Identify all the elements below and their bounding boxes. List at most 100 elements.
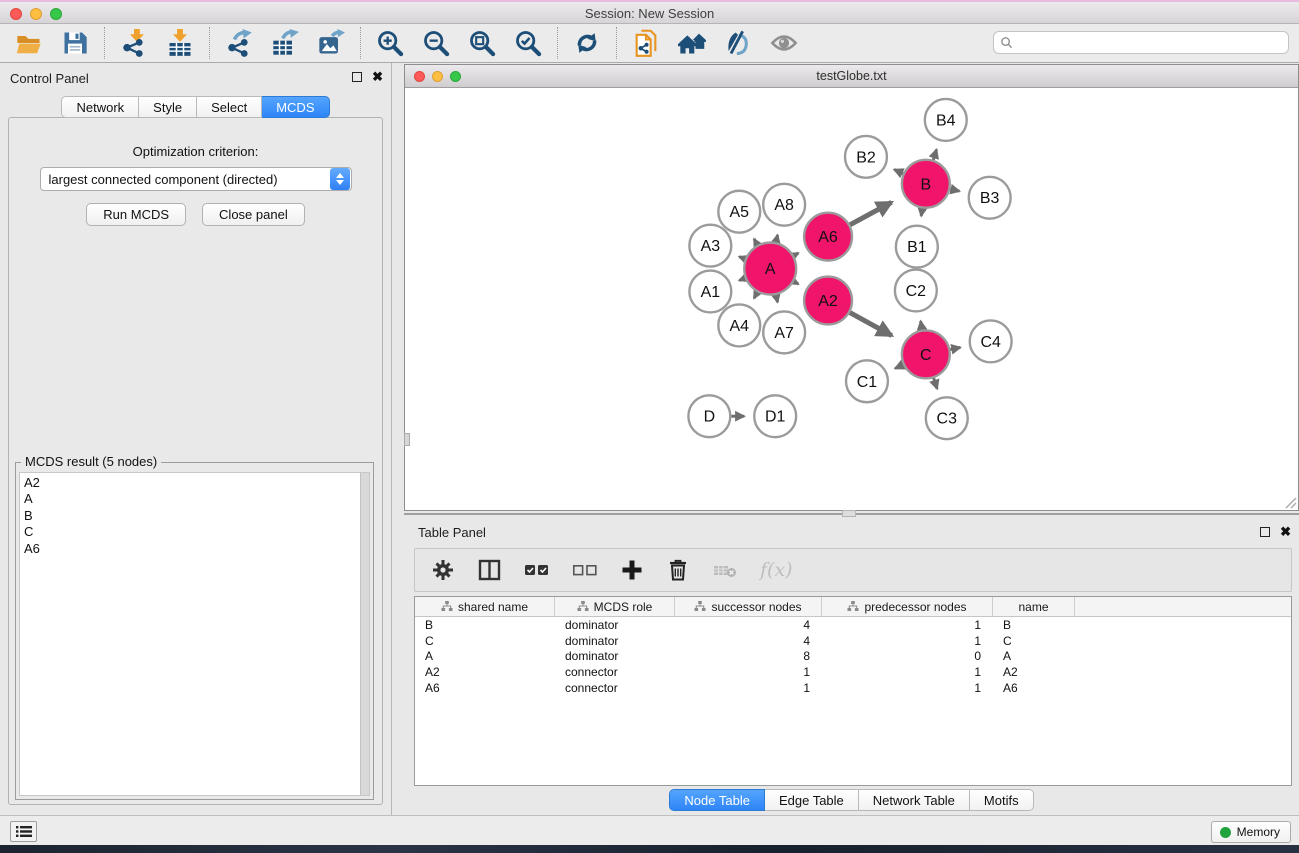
- resize-grip-icon[interactable]: [1283, 495, 1297, 509]
- column-header-successor-nodes[interactable]: successor nodes: [675, 597, 822, 616]
- graph-edge-A-A7[interactable]: [776, 295, 778, 302]
- tab-select[interactable]: Select: [197, 96, 262, 118]
- show-panels-button[interactable]: [10, 821, 37, 842]
- tab-motifs[interactable]: Motifs: [970, 789, 1034, 811]
- tab-network-table[interactable]: Network Table: [859, 789, 970, 811]
- splitter-handle[interactable]: [404, 433, 410, 446]
- table-cell[interactable]: C: [415, 634, 555, 648]
- result-list-scrollbar[interactable]: [360, 473, 369, 795]
- tab-mcds[interactable]: MCDS: [262, 96, 329, 118]
- graph-edge-A-A2[interactable]: [794, 282, 799, 285]
- table-cell[interactable]: B: [993, 618, 1075, 632]
- refresh-layout-icon[interactable]: [572, 28, 602, 58]
- column-header-name[interactable]: name: [993, 597, 1075, 616]
- delete-column-icon[interactable]: [666, 558, 690, 582]
- table-cell[interactable]: 1: [822, 634, 993, 648]
- table-settings-icon[interactable]: [431, 558, 455, 582]
- graph-node-A6[interactable]: A6: [804, 213, 852, 261]
- graph-node-A4[interactable]: A4: [718, 304, 760, 346]
- graph-node-B1[interactable]: B1: [896, 226, 938, 268]
- memory-button[interactable]: Memory: [1211, 821, 1291, 843]
- search-field[interactable]: [993, 31, 1289, 54]
- table-row[interactable]: Bdominator41B: [415, 617, 1291, 633]
- graph-node-B[interactable]: B: [902, 160, 950, 208]
- table-cell[interactable]: 1: [822, 681, 993, 695]
- graph-node-D[interactable]: D: [688, 395, 730, 437]
- graph-edge-A6-B[interactable]: [850, 202, 892, 225]
- close-panel-icon[interactable]: ✖: [1280, 527, 1291, 537]
- graph-node-A8[interactable]: A8: [763, 184, 805, 226]
- show-graphics-details-icon[interactable]: [723, 28, 753, 58]
- export-table-icon[interactable]: [270, 28, 300, 58]
- table-cell[interactable]: connector: [555, 665, 675, 679]
- graph-node-C4[interactable]: C4: [970, 320, 1012, 362]
- graph-node-B2[interactable]: B2: [845, 136, 887, 178]
- save-session-icon[interactable]: [60, 28, 90, 58]
- table-cell[interactable]: 1: [675, 681, 822, 695]
- graph-edge-B-B4[interactable]: [933, 149, 936, 160]
- column-header-shared-name[interactable]: shared name: [415, 597, 555, 616]
- table-cell[interactable]: 4: [675, 618, 822, 632]
- float-panel-icon[interactable]: [1260, 527, 1270, 537]
- table-cell[interactable]: A6: [415, 681, 555, 695]
- criterion-select[interactable]: largest connected component (directed): [40, 167, 352, 191]
- node-table[interactable]: shared name MCDS role successor nodes pr…: [414, 596, 1292, 786]
- graph-edge-A2-C[interactable]: [850, 313, 892, 336]
- table-cell[interactable]: A: [415, 649, 555, 663]
- graph-edge-A-A6[interactable]: [794, 253, 799, 256]
- hide-graphics-details-icon[interactable]: [769, 28, 799, 58]
- graph-node-C2[interactable]: C2: [895, 270, 937, 312]
- table-row[interactable]: Cdominator41C: [415, 633, 1291, 649]
- table-row[interactable]: Adominator80A: [415, 649, 1291, 665]
- graph-edge-C-C2[interactable]: [921, 321, 922, 330]
- graph-edge-C-C4[interactable]: [950, 347, 960, 349]
- close-panel-button[interactable]: Close panel: [202, 203, 305, 226]
- column-header-predecessor-nodes[interactable]: predecessor nodes: [822, 597, 993, 616]
- result-list-item[interactable]: A2: [24, 475, 369, 491]
- graph-node-B3[interactable]: B3: [969, 177, 1011, 219]
- graph-node-A1[interactable]: A1: [689, 271, 731, 313]
- table-row[interactable]: A6connector11A6: [415, 680, 1291, 696]
- table-cell[interactable]: A: [993, 649, 1075, 663]
- column-visibility-icon[interactable]: [477, 558, 502, 582]
- export-image-icon[interactable]: [316, 28, 346, 58]
- graph-edge-A-A3[interactable]: [739, 257, 745, 259]
- table-cell[interactable]: dominator: [555, 649, 675, 663]
- deselect-all-icon[interactable]: [572, 558, 598, 582]
- add-column-icon[interactable]: [620, 558, 644, 582]
- zoom-in-icon[interactable]: [375, 28, 405, 58]
- zoom-fit-icon[interactable]: [467, 28, 497, 58]
- graph-edge-A-A5[interactable]: [754, 239, 757, 245]
- graph-node-C1[interactable]: C1: [846, 360, 888, 402]
- float-panel-icon[interactable]: [352, 72, 362, 82]
- clone-network-icon[interactable]: [631, 28, 661, 58]
- graph-node-A2[interactable]: A2: [804, 277, 852, 325]
- table-cell[interactable]: dominator: [555, 634, 675, 648]
- home-icon[interactable]: [677, 28, 707, 58]
- tab-network[interactable]: Network: [61, 96, 139, 118]
- table-row[interactable]: A2connector11A2: [415, 664, 1291, 680]
- zoom-out-icon[interactable]: [421, 28, 451, 58]
- table-cell[interactable]: 1: [822, 665, 993, 679]
- graph-edge-A-A1[interactable]: [739, 278, 745, 280]
- table-cell[interactable]: 1: [675, 665, 822, 679]
- table-cell[interactable]: 1: [822, 618, 993, 632]
- table-cell[interactable]: dominator: [555, 618, 675, 632]
- result-list-item[interactable]: C: [24, 524, 369, 540]
- graph-node-A7[interactable]: A7: [763, 311, 805, 353]
- table-cell[interactable]: A2: [993, 665, 1075, 679]
- import-table-icon[interactable]: [165, 28, 195, 58]
- close-panel-icon[interactable]: ✖: [372, 72, 383, 82]
- graph-node-A3[interactable]: A3: [689, 225, 731, 267]
- splitter-handle[interactable]: [842, 510, 856, 517]
- network-graph[interactable]: B4B2BB3A5A8A6B1A3AA1C2A2A4A7C4CC1C3DD1: [405, 88, 1298, 510]
- select-all-icon[interactable]: [524, 558, 550, 582]
- graph-node-B4[interactable]: B4: [925, 99, 967, 141]
- zoom-selected-icon[interactable]: [513, 28, 543, 58]
- search-input[interactable]: [1013, 36, 1288, 50]
- graph-node-A5[interactable]: A5: [718, 191, 760, 233]
- export-network-icon[interactable]: [224, 28, 254, 58]
- network-window-titlebar[interactable]: testGlobe.txt: [405, 65, 1298, 88]
- table-cell[interactable]: B: [415, 618, 555, 632]
- graph-edge-B-B3[interactable]: [950, 189, 959, 191]
